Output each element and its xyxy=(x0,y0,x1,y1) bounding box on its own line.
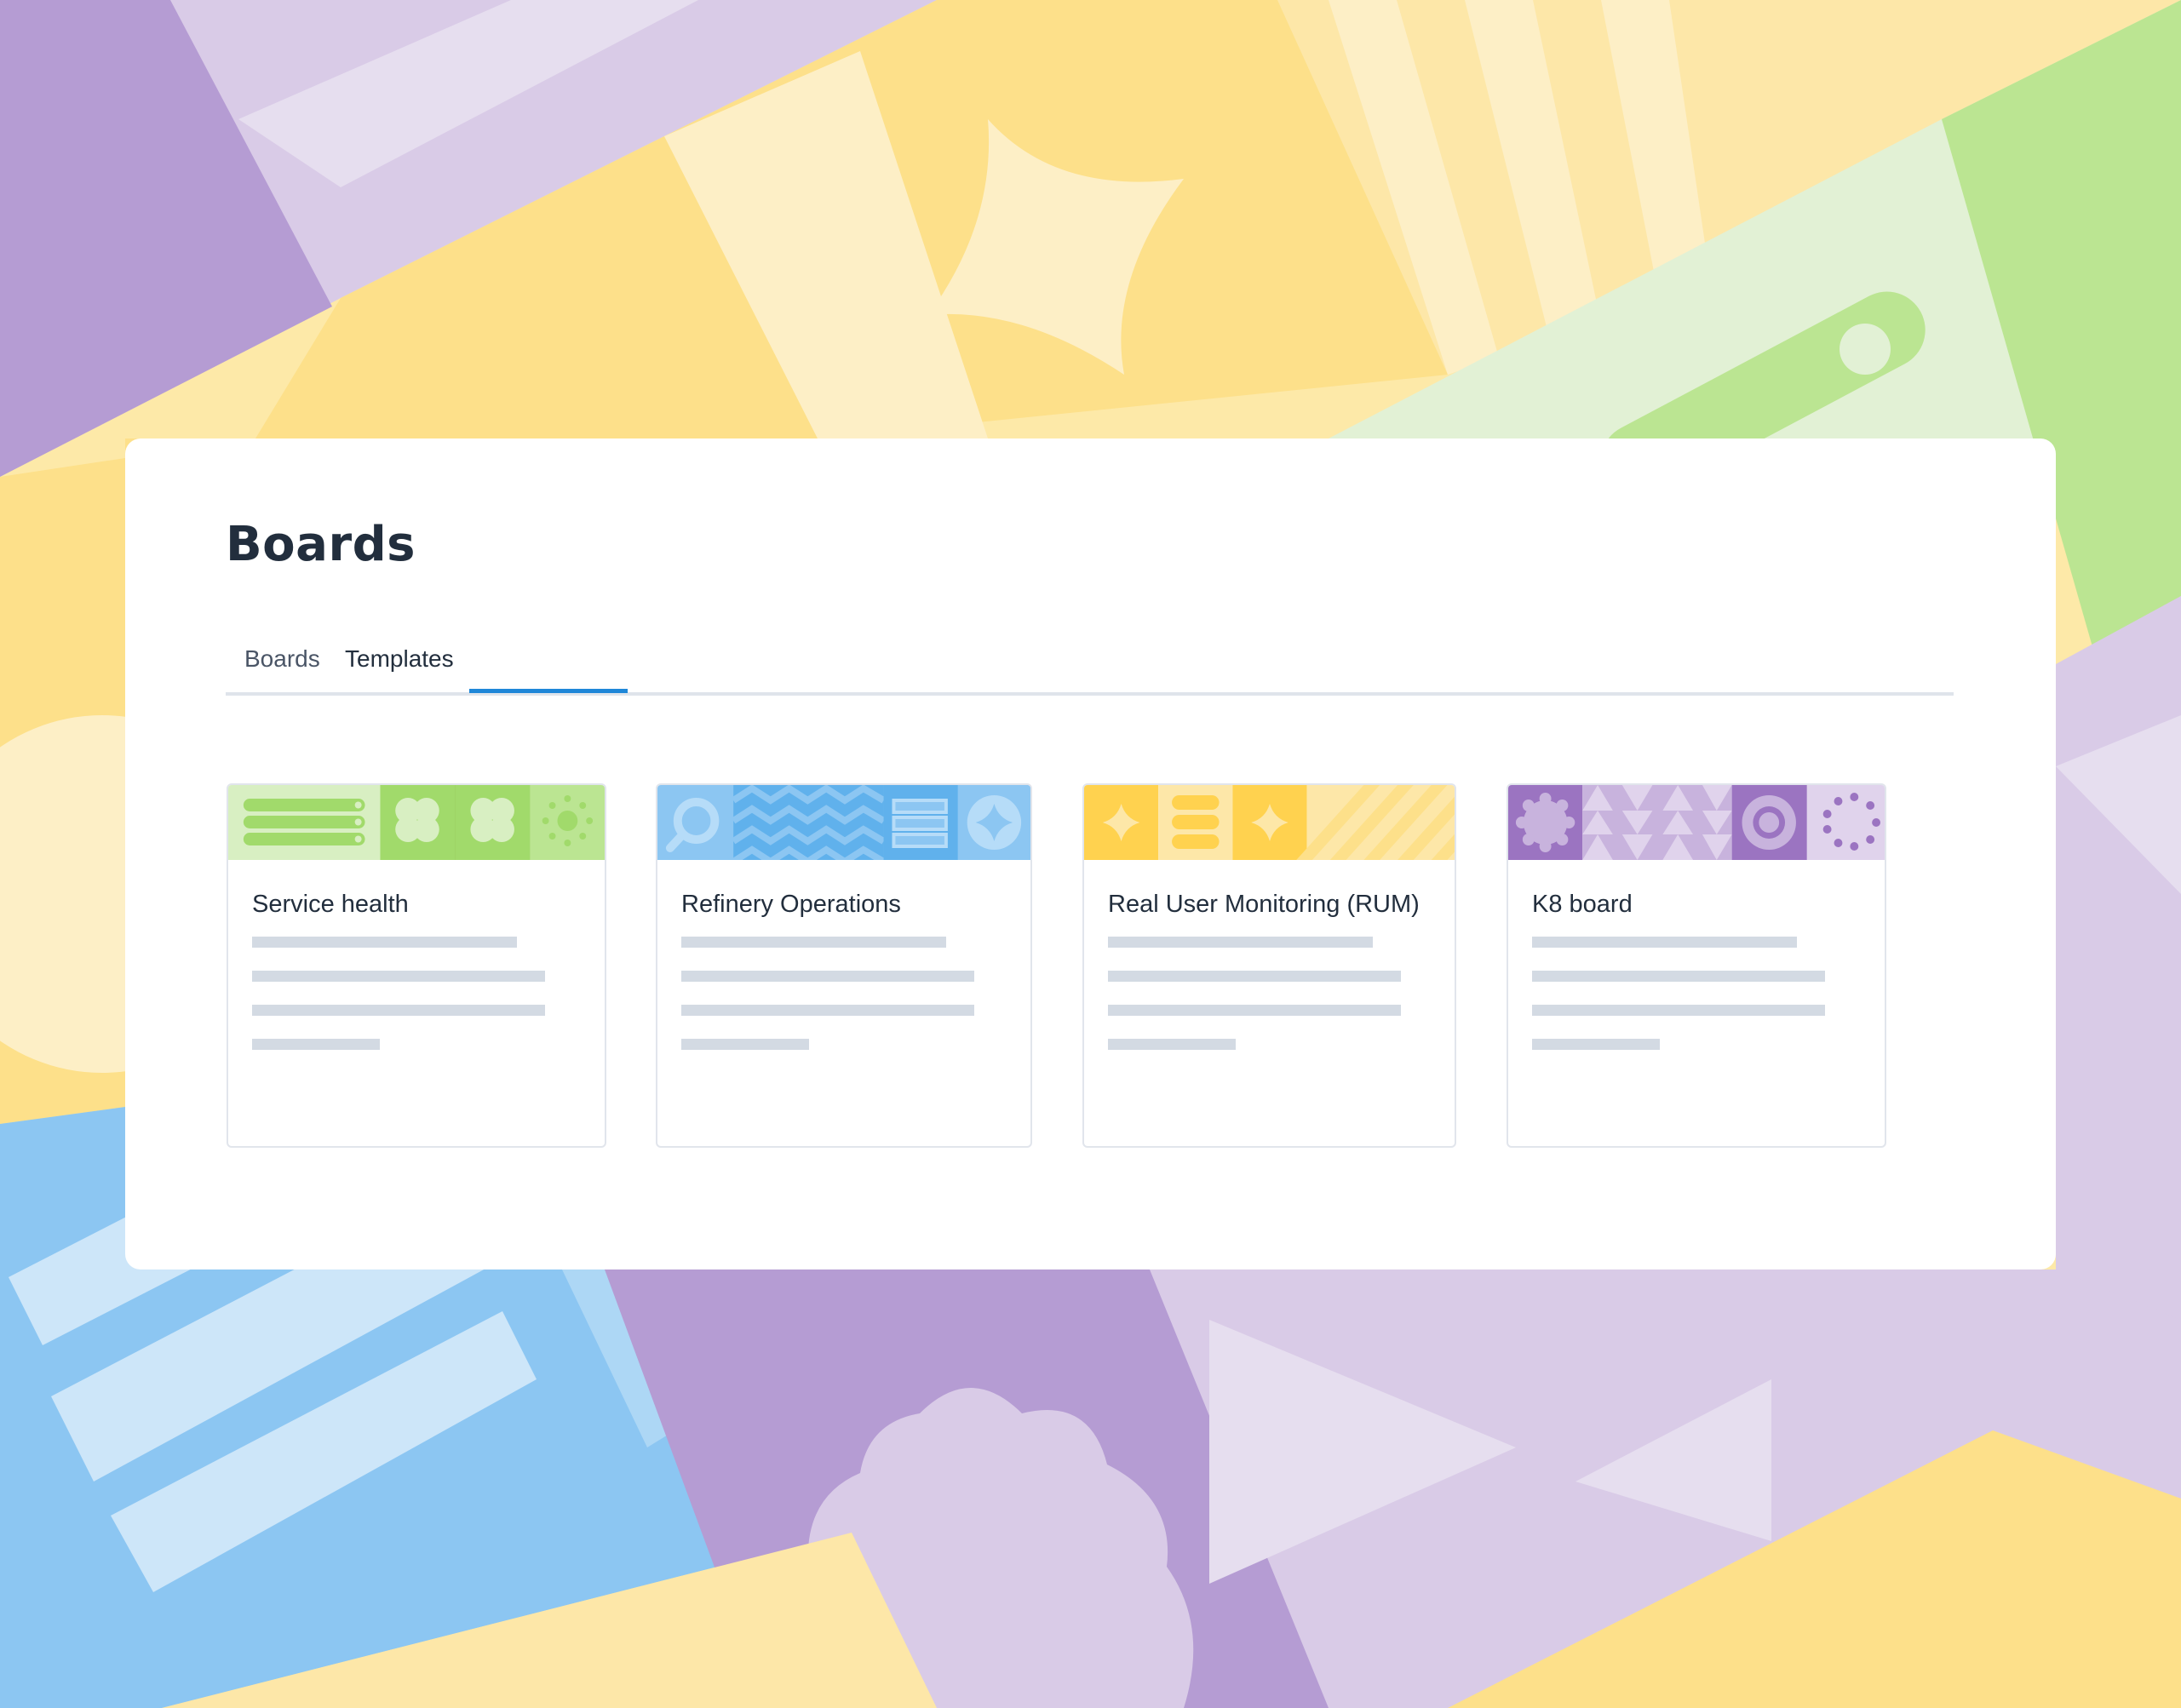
active-tab-indicator xyxy=(469,689,628,693)
placeholder-line xyxy=(681,937,946,948)
card-title: Service health xyxy=(252,891,409,918)
placeholder-line xyxy=(1532,937,1797,948)
list-icon xyxy=(243,799,365,845)
card-banner xyxy=(657,785,1030,860)
placeholder-line xyxy=(1532,1005,1825,1016)
card-title: Real User Monitoring (RUM) xyxy=(1108,891,1420,918)
placeholder-line xyxy=(1532,971,1825,982)
tab-templates[interactable]: Templates xyxy=(345,634,454,692)
server-icon xyxy=(892,799,948,848)
sparkle-icon xyxy=(967,795,1022,850)
placeholder-line xyxy=(681,1005,974,1016)
tab-bar: Boards Templates xyxy=(226,634,1954,696)
placeholder-line xyxy=(1108,1039,1236,1050)
badge-icon xyxy=(1515,793,1575,852)
stack-icon xyxy=(1172,795,1220,849)
card-title: K8 board xyxy=(1532,891,1633,918)
card-banner xyxy=(228,785,605,860)
card-title: Refinery Operations xyxy=(681,891,901,918)
target-icon xyxy=(1742,795,1796,850)
placeholder-line xyxy=(1108,971,1401,982)
placeholder-line xyxy=(252,1005,545,1016)
placeholder-line xyxy=(1108,937,1373,948)
page-title: Boards xyxy=(226,517,416,572)
placeholder-line xyxy=(681,971,974,982)
boards-panel: Boards Boards Templates Service health R… xyxy=(125,438,2056,1270)
placeholder-line xyxy=(681,1039,809,1050)
template-card-k8-board[interactable]: K8 board xyxy=(1507,783,1886,1148)
template-card-refinery-operations[interactable]: Refinery Operations xyxy=(656,783,1032,1148)
placeholder-line xyxy=(252,937,517,948)
card-banner xyxy=(1508,785,1885,860)
template-card-real-user-monitoring[interactable]: Real User Monitoring (RUM) xyxy=(1082,783,1456,1148)
template-card-service-health[interactable]: Service health xyxy=(227,783,606,1148)
card-banner xyxy=(1084,785,1455,860)
placeholder-line xyxy=(1108,1005,1401,1016)
placeholder-line xyxy=(1532,1039,1660,1050)
placeholder-line xyxy=(252,1039,380,1050)
placeholder-line xyxy=(252,971,545,982)
tab-boards[interactable]: Boards xyxy=(244,634,320,692)
